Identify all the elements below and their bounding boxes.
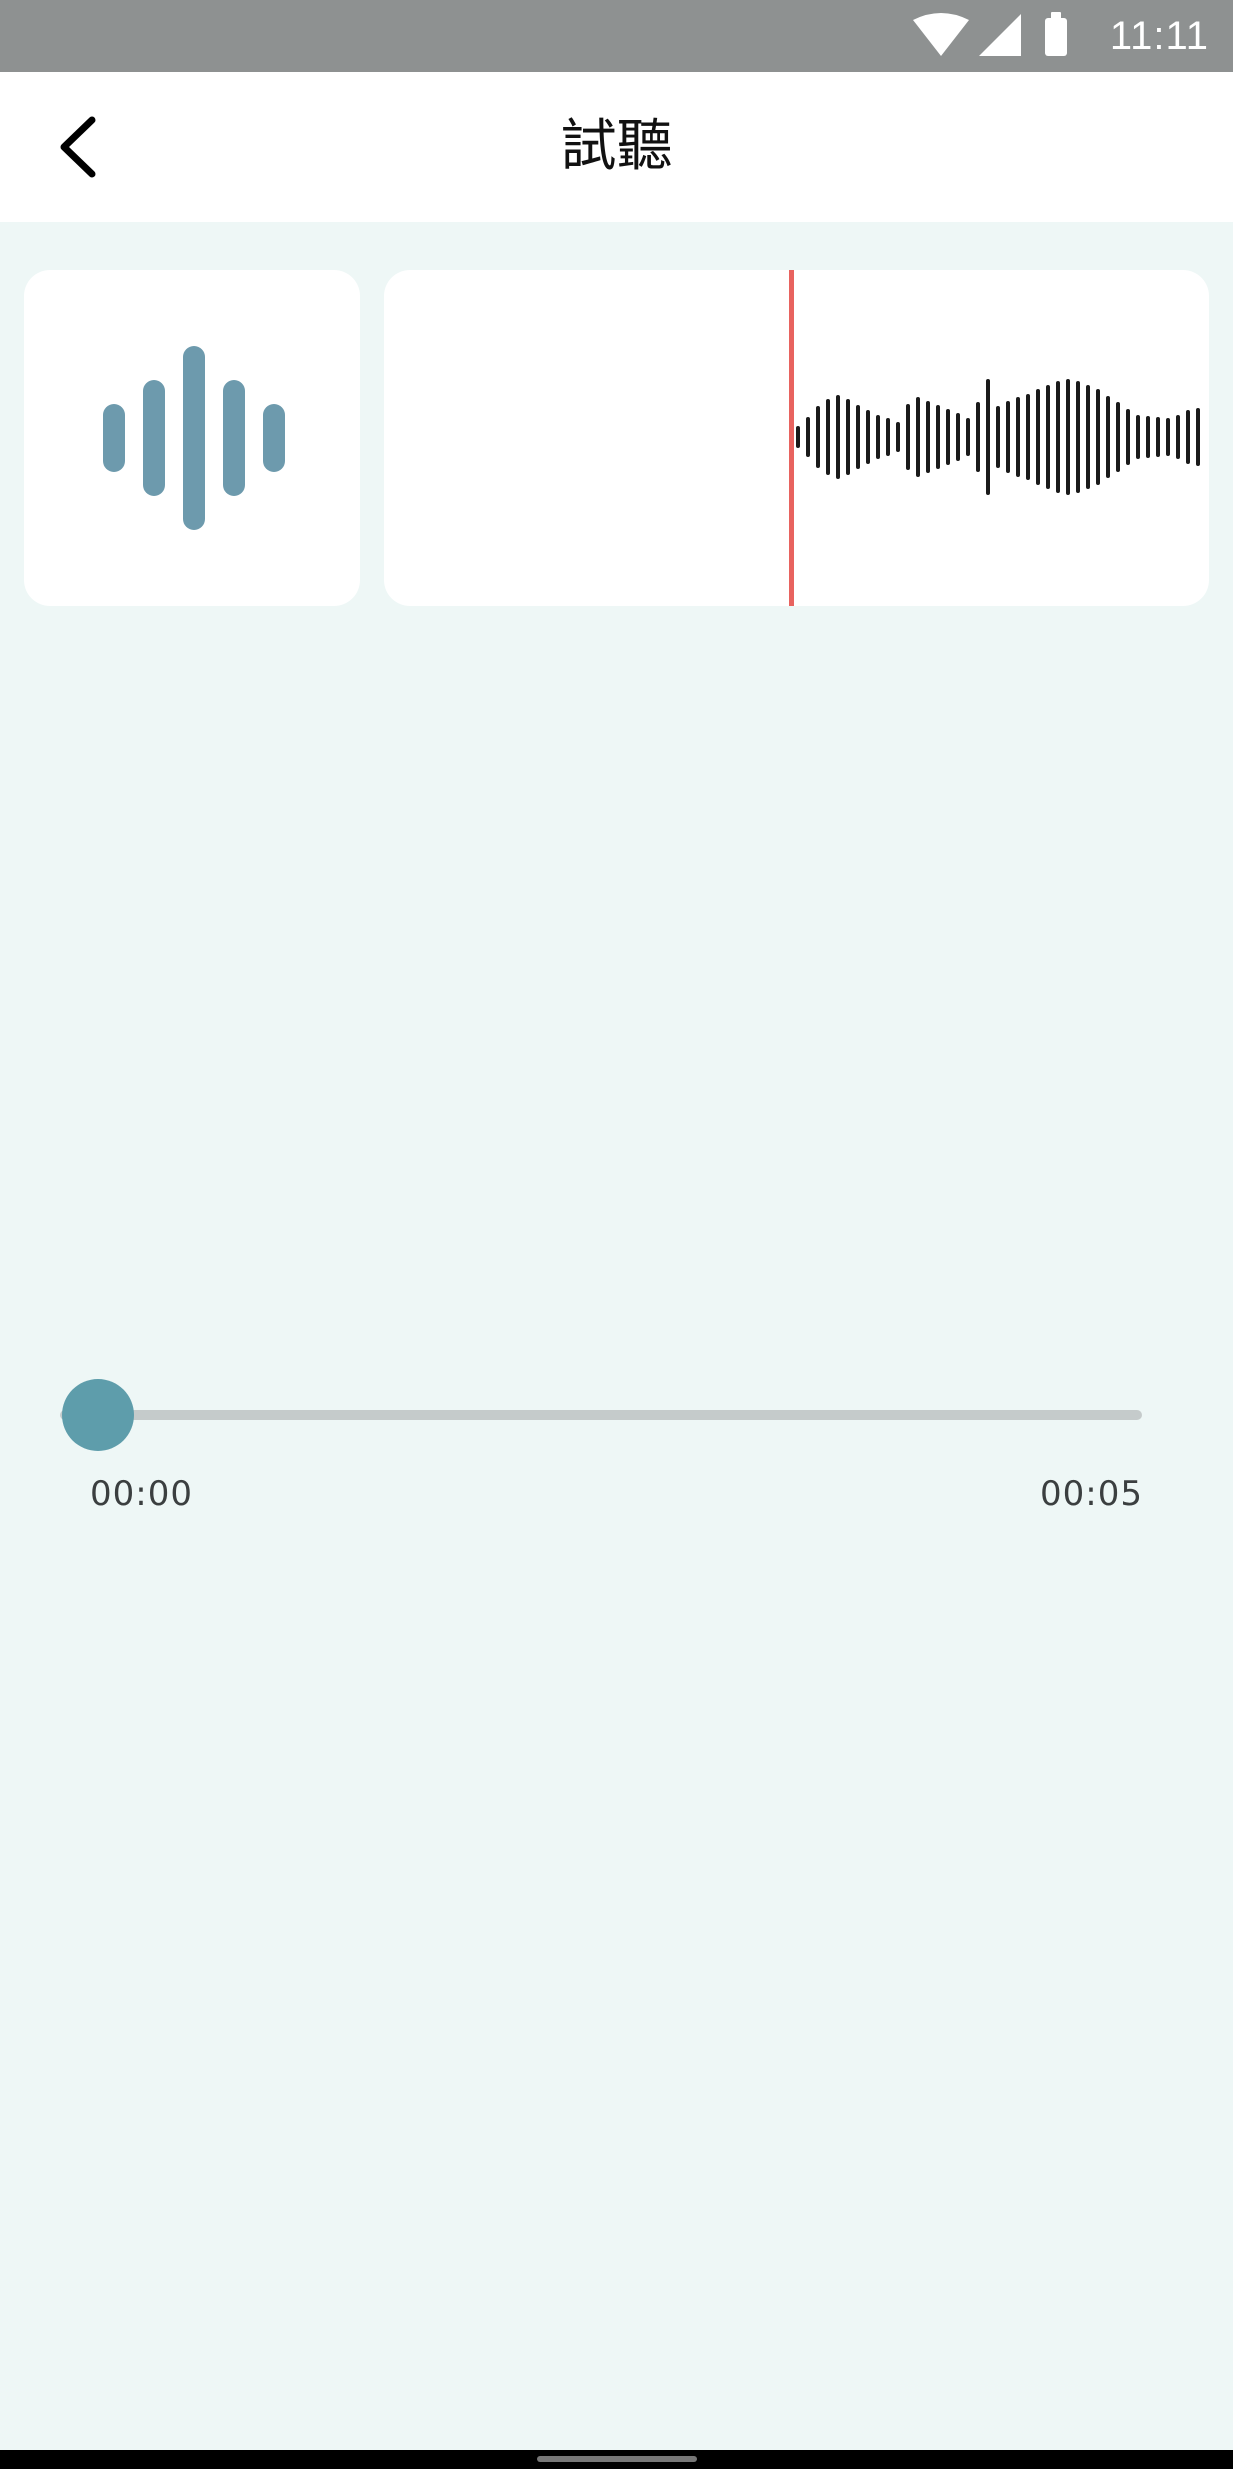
waveform-bar [1136, 415, 1140, 459]
waveform-bar [1146, 416, 1150, 458]
waveform-bar [806, 417, 810, 457]
back-button[interactable] [40, 102, 120, 192]
waveform-bar [846, 399, 850, 475]
waveform-bar [1046, 385, 1050, 489]
playhead-line [789, 270, 794, 606]
waveform-bars [796, 379, 1200, 495]
waveform-bar [1056, 381, 1060, 493]
current-time: 00:00 [90, 1474, 193, 1514]
waveform-bar [796, 426, 800, 448]
waveform-bar [1076, 381, 1080, 493]
waveform-bar [876, 415, 880, 459]
waveform-bar [1126, 409, 1130, 465]
waveform-bar [906, 404, 910, 470]
waveform-bar [896, 422, 900, 452]
slider-thumb[interactable] [62, 1379, 134, 1451]
playback-slider[interactable] [60, 1375, 1150, 1455]
waveform-bar [1086, 385, 1090, 489]
cell-signal-icon [979, 14, 1021, 56]
audio-waveform-icon [103, 346, 285, 530]
waveform-bar [996, 406, 1000, 468]
waveform-svg [789, 270, 1200, 606]
waveform-bar [1186, 410, 1190, 464]
waveform-bar [1016, 397, 1020, 477]
waveform-bar [1116, 402, 1120, 472]
waveform-bar [826, 399, 830, 475]
status-bar: 11:11 [0, 0, 1233, 72]
waveform-bar [816, 406, 820, 468]
waveform-bar [936, 405, 940, 469]
waveform-bar [916, 397, 920, 477]
chevron-left-icon [60, 116, 96, 178]
home-indicator[interactable] [537, 2456, 697, 2462]
waveform-bar [1106, 396, 1110, 478]
wifi-icon [913, 13, 969, 56]
waveform-bar [976, 402, 980, 472]
waveform-bar [1066, 379, 1070, 495]
waveform-bar [1156, 417, 1160, 457]
waveform-bar [956, 413, 960, 461]
waveform-bar [926, 401, 930, 473]
waveform-bar [1006, 401, 1010, 473]
waveform-bar [856, 405, 860, 469]
slider-track[interactable] [60, 1410, 1142, 1420]
waveform-bar [1196, 408, 1200, 466]
navigation-bar [0, 2450, 1233, 2469]
waveform-card[interactable] [384, 270, 1209, 606]
status-time: 11:11 [1109, 14, 1209, 58]
waveform-bar [966, 418, 970, 456]
waveform-bar [1166, 418, 1170, 456]
waveform-bar [1096, 389, 1100, 485]
waveform-bar [1036, 389, 1040, 485]
waveform-bar [866, 410, 870, 464]
waveform-bar [1026, 394, 1030, 480]
waveform-bar [886, 418, 890, 456]
audio-icon-card [24, 270, 360, 606]
waveform-bar [986, 379, 990, 495]
app-header [0, 72, 1233, 222]
waveform-bar [836, 395, 840, 479]
battery-icon [1045, 12, 1067, 56]
waveform-bar [946, 409, 950, 465]
total-time: 00:05 [1040, 1474, 1143, 1514]
waveform-bar [1176, 415, 1180, 459]
